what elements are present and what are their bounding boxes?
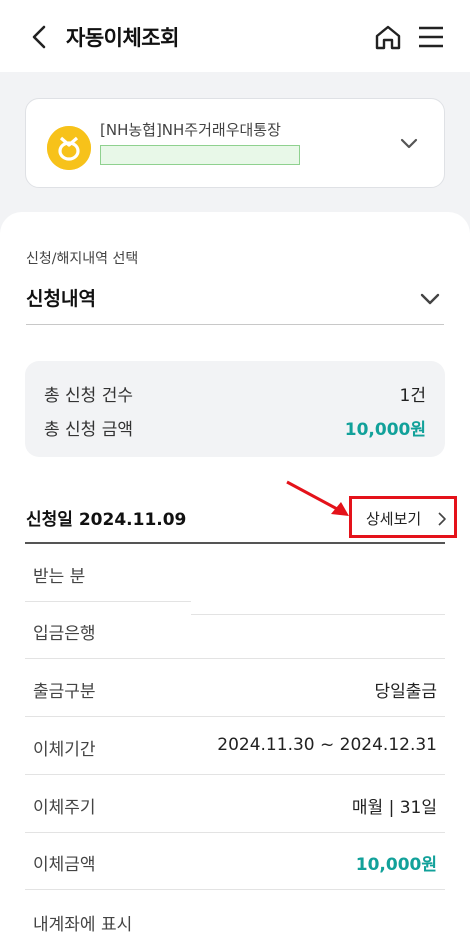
detail-row-amount: 이체금액 10,000원 <box>25 832 445 890</box>
row-label: 이체주기 <box>33 798 96 818</box>
app-header: 자동이체조회 <box>0 0 470 72</box>
account-number-masked <box>100 145 300 165</box>
filter-label: 신청/해지내역 선택 <box>26 251 139 267</box>
filter-select[interactable]: 신청내역 <box>26 284 96 311</box>
main-panel: 신청/해지내역 선택 신청내역 총 신청 건수 1건 총 신청 금액 10,00… <box>0 212 470 942</box>
row-value: 10,000원 <box>355 855 437 875</box>
total-count-label: 총 신청 건수 <box>44 386 134 406</box>
summary-box: 총 신청 건수 1건 총 신청 금액 10,000원 <box>25 361 445 457</box>
chevron-right-icon <box>436 511 448 526</box>
page-title: 자동이체조회 <box>66 26 179 50</box>
nh-bank-logo-icon <box>47 126 91 170</box>
account-name: [NH농협]NH주거래우대통장 <box>100 121 281 139</box>
home-icon[interactable] <box>373 22 403 52</box>
detail-row-cycle: 이체주기 매월 | 31일 <box>25 775 445 833</box>
detail-row-period: 이체기간 2024.11.30 ~ 2024.12.31 <box>25 717 445 775</box>
red-arrow-annotation <box>286 480 349 516</box>
row-label: 이체금액 <box>33 855 96 875</box>
row-value: 매월 | 31일 <box>351 798 437 818</box>
account-selector[interactable]: [NH농협]NH주거래우대통장 <box>25 98 445 188</box>
row-label: 이체기간 <box>33 740 96 760</box>
chevron-down-icon[interactable] <box>398 132 420 154</box>
row-label: 받는 분 <box>33 567 86 587</box>
detail-row-recipient: 받는 분 <box>25 544 445 615</box>
chevron-down-icon[interactable] <box>418 287 442 311</box>
divider <box>25 889 445 890</box>
hamburger-menu-icon[interactable] <box>416 22 446 52</box>
detail-row-withdraw-type: 출금구분 당일출금 <box>25 659 445 717</box>
row-label: 입금은행 <box>33 624 96 644</box>
chevron-left-icon[interactable] <box>24 22 54 52</box>
row-label: 내계좌에 표시 <box>33 915 133 935</box>
total-amount-value: 10,000원 <box>344 420 426 440</box>
total-amount-label: 총 신청 금액 <box>44 420 134 440</box>
detail-view-label: 상세보기 <box>366 510 422 528</box>
row-label: 출금구분 <box>33 682 96 702</box>
row-value: 당일출금 <box>374 682 437 702</box>
row-value: 2024.11.30 ~ 2024.12.31 <box>217 735 437 755</box>
divider <box>26 324 444 325</box>
detail-view-button[interactable]: 상세보기 <box>349 496 457 538</box>
total-count-value: 1건 <box>399 386 426 406</box>
detail-row-my-account-display: 내계좌에 표시 <box>25 892 445 942</box>
application-date: 신청일 2024.11.09 <box>26 510 187 530</box>
detail-row-bank: 입금은행 <box>25 601 445 659</box>
